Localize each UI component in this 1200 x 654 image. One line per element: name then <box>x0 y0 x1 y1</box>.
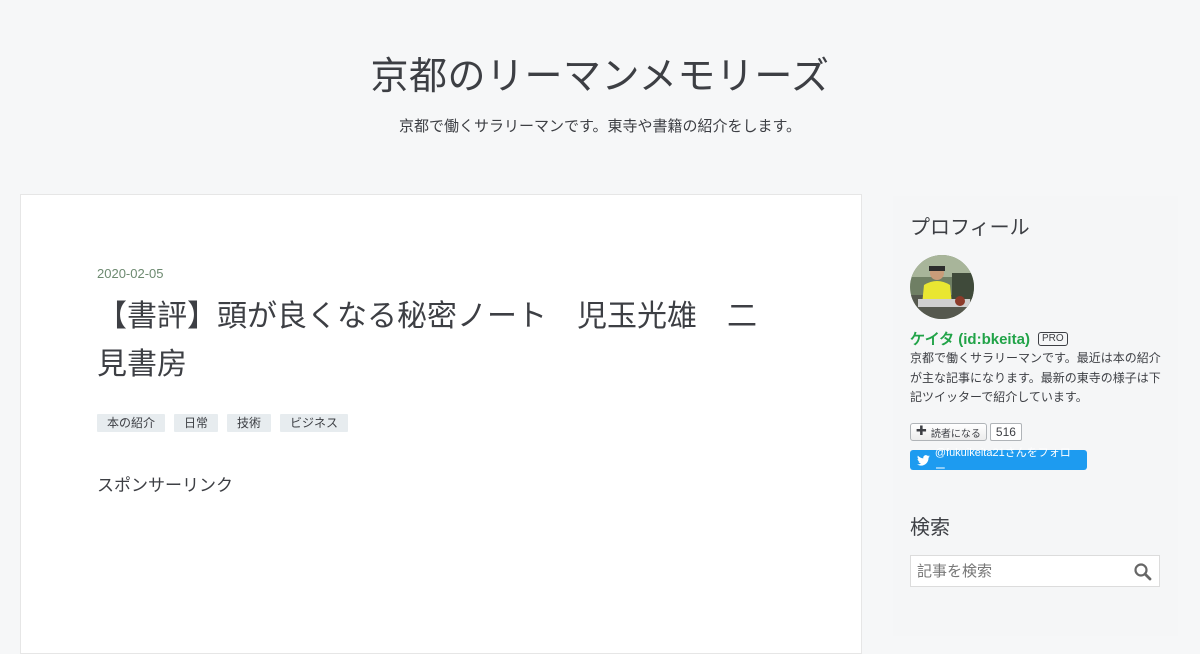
blog-header: 京都のリーマンメモリーズ 京都で働くサラリーマンです。東寺や書籍の紹介をします。 <box>0 0 1200 180</box>
magnifier-icon <box>1134 563 1152 581</box>
reader-row: ✚ 読者になる 516 <box>910 423 1022 441</box>
category-tag[interactable]: 技術 <box>227 414 272 432</box>
profile-name-link[interactable]: ケイタ (id:bkeita) <box>910 328 1030 349</box>
search-box <box>910 555 1160 587</box>
entry-date[interactable]: 2020-02-05 <box>97 266 164 281</box>
twitter-follow-button[interactable]: @fukuikeita21さんをフォロー <box>910 447 1087 475</box>
category-tag[interactable]: ビジネス <box>280 414 349 432</box>
category-tag[interactable]: 本の紹介 <box>97 414 166 432</box>
twitter-bird-icon <box>917 454 930 466</box>
search-module-title: 検索 <box>910 515 950 539</box>
search-button[interactable] <box>1133 562 1153 582</box>
twitter-follow-label: @fukuikeita21さんをフォロー <box>934 447 1071 475</box>
profile-module-title: プロフィール <box>910 215 1030 239</box>
sidebar: プロフィール ケイタ (id:bkeita) PRO 京都で働くサラリーマンです… <box>893 196 1178 636</box>
category-tag[interactable]: 日常 <box>174 414 219 432</box>
blog-title[interactable]: 京都のリーマンメモリーズ <box>0 50 1200 102</box>
pro-badge: PRO <box>1037 331 1068 346</box>
profile-name-row: ケイタ (id:bkeita) PRO <box>910 328 1068 349</box>
search-input[interactable] <box>911 556 1143 586</box>
article-card: 2020-02-05 【書評】頭が良くなる秘密ノート 児玉光雄 二見書房 本の紹… <box>20 194 862 654</box>
sponsor-label: スポンサーリンク <box>97 476 233 496</box>
profile-description: 京都で働くサラリーマンです。最近は本の紹介が主な記事になります。最新の東寺の様子… <box>910 351 1161 404</box>
profile-photo-icon <box>910 255 974 319</box>
blog-description: 京都で働くサラリーマンです。東寺や書籍の紹介をします。 <box>398 117 801 135</box>
entry-title[interactable]: 【書評】頭が良くなる秘密ノート 児玉光雄 二見書房 <box>97 293 777 389</box>
plus-icon: ✚ <box>916 424 927 439</box>
reader-count: 516 <box>989 423 1022 441</box>
subscribe-label: 読者になる <box>930 428 981 440</box>
category-list: 本の紹介 日常 技術 ビジネス <box>97 414 349 432</box>
avatar[interactable] <box>910 255 974 319</box>
subscribe-button[interactable]: ✚ 読者になる <box>910 423 987 441</box>
